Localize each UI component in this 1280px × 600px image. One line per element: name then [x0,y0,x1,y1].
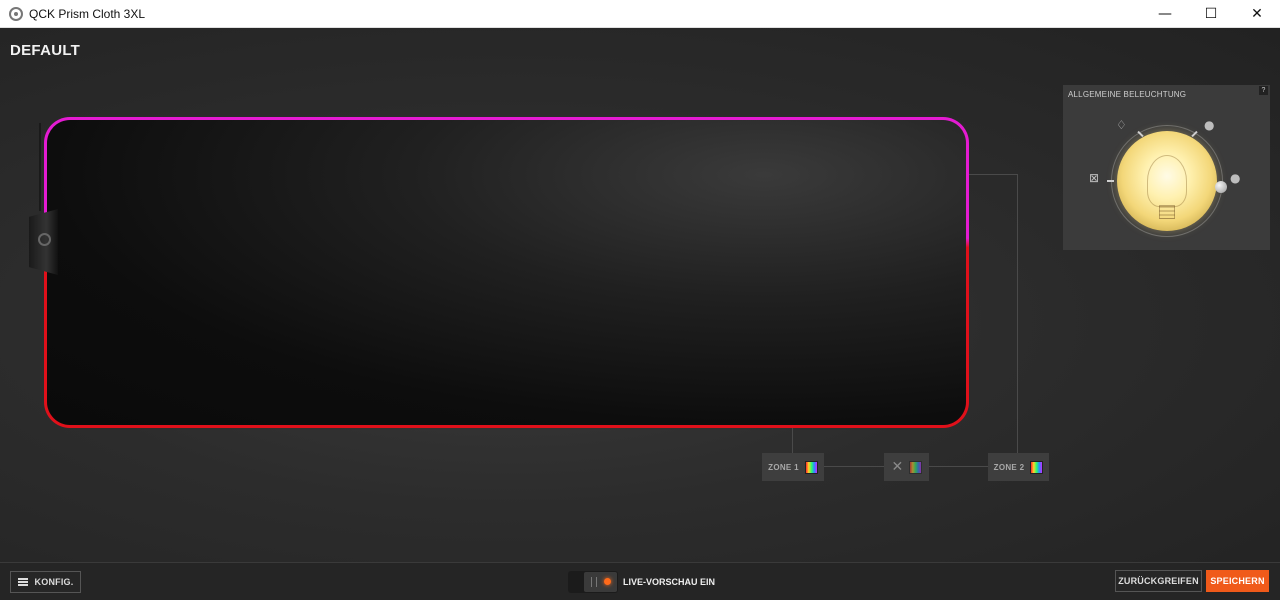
live-preview-toggle[interactable] [568,571,618,593]
main-content: DEFAULT ZONE 1 ✕ ZONE 2 ALLGEMEINE BELEU… [0,28,1280,562]
live-indicator-icon [604,578,611,585]
light-bulb-icon [1147,155,1187,207]
zone-1-button[interactable]: ZONE 1 [762,453,824,481]
bottom-bar: KONFIG. LIVE-VORSCHAU EIN ZURÜCKGREIFEN … [0,562,1280,600]
color-swatch-icon [908,460,922,474]
profile-title: DEFAULT [10,42,81,59]
unlink-x-icon: ✕ [891,459,904,475]
mousepad-surface [47,120,966,425]
window-title: QCK Prism Cloth 3XL [29,6,146,21]
steelseries-logo-icon [38,233,51,246]
toggle-knob [584,572,617,592]
maximize-button[interactable]: ☐ [1188,0,1234,28]
color-swatch-icon [804,460,818,474]
connector-line [969,174,1018,175]
save-button[interactable]: SPEICHERN [1206,570,1269,592]
lighting-panel-title: ALLGEMEINE BELEUCHTUNG [1068,90,1187,99]
max-bulb-icon: ● [1230,171,1241,185]
unlink-zones-button[interactable]: ✕ [884,453,929,481]
lighting-panel: ALLGEMEINE BELEUCHTUNG ? ⊠ ♢ ● ● [1063,85,1270,250]
dial-tick [1107,180,1114,182]
bright-bulb-icon: ● [1204,118,1215,132]
color-swatch-icon [1030,460,1044,474]
window-controls: — ☐ ✕ [1142,0,1280,28]
connector-line [792,428,793,454]
app-logo-icon [9,6,23,21]
connector-line [824,466,884,467]
list-icon [17,578,28,586]
mousepad-preview[interactable] [44,117,969,428]
window-titlebar: QCK Prism Cloth 3XL — ☐ ✕ [0,0,1280,28]
live-preview-label: LIVE-VORSCHAU EIN [623,577,716,587]
zone-2-button[interactable]: ZONE 2 [988,453,1049,481]
brightness-slider-knob[interactable] [1215,181,1227,193]
zone-1-label: ZONE 1 [768,462,799,472]
zone-2-label: ZONE 2 [993,462,1025,472]
bulb-base [1159,205,1175,219]
dim-bulb-icon: ♢ [1116,118,1127,132]
config-button[interactable]: KONFIG. [10,571,81,593]
connector-line [929,466,988,467]
revert-button[interactable]: ZURÜCKGREIFEN [1115,570,1202,592]
config-label: KONFIG. [34,577,74,587]
light-off-icon: ⊠ [1089,171,1100,185]
mousepad-cable [39,123,41,211]
grip-icon [591,577,597,587]
help-icon[interactable]: ? [1259,86,1268,95]
close-button[interactable]: ✕ [1234,0,1280,28]
minimize-button[interactable]: — [1142,0,1188,28]
connector-line [1017,174,1018,454]
